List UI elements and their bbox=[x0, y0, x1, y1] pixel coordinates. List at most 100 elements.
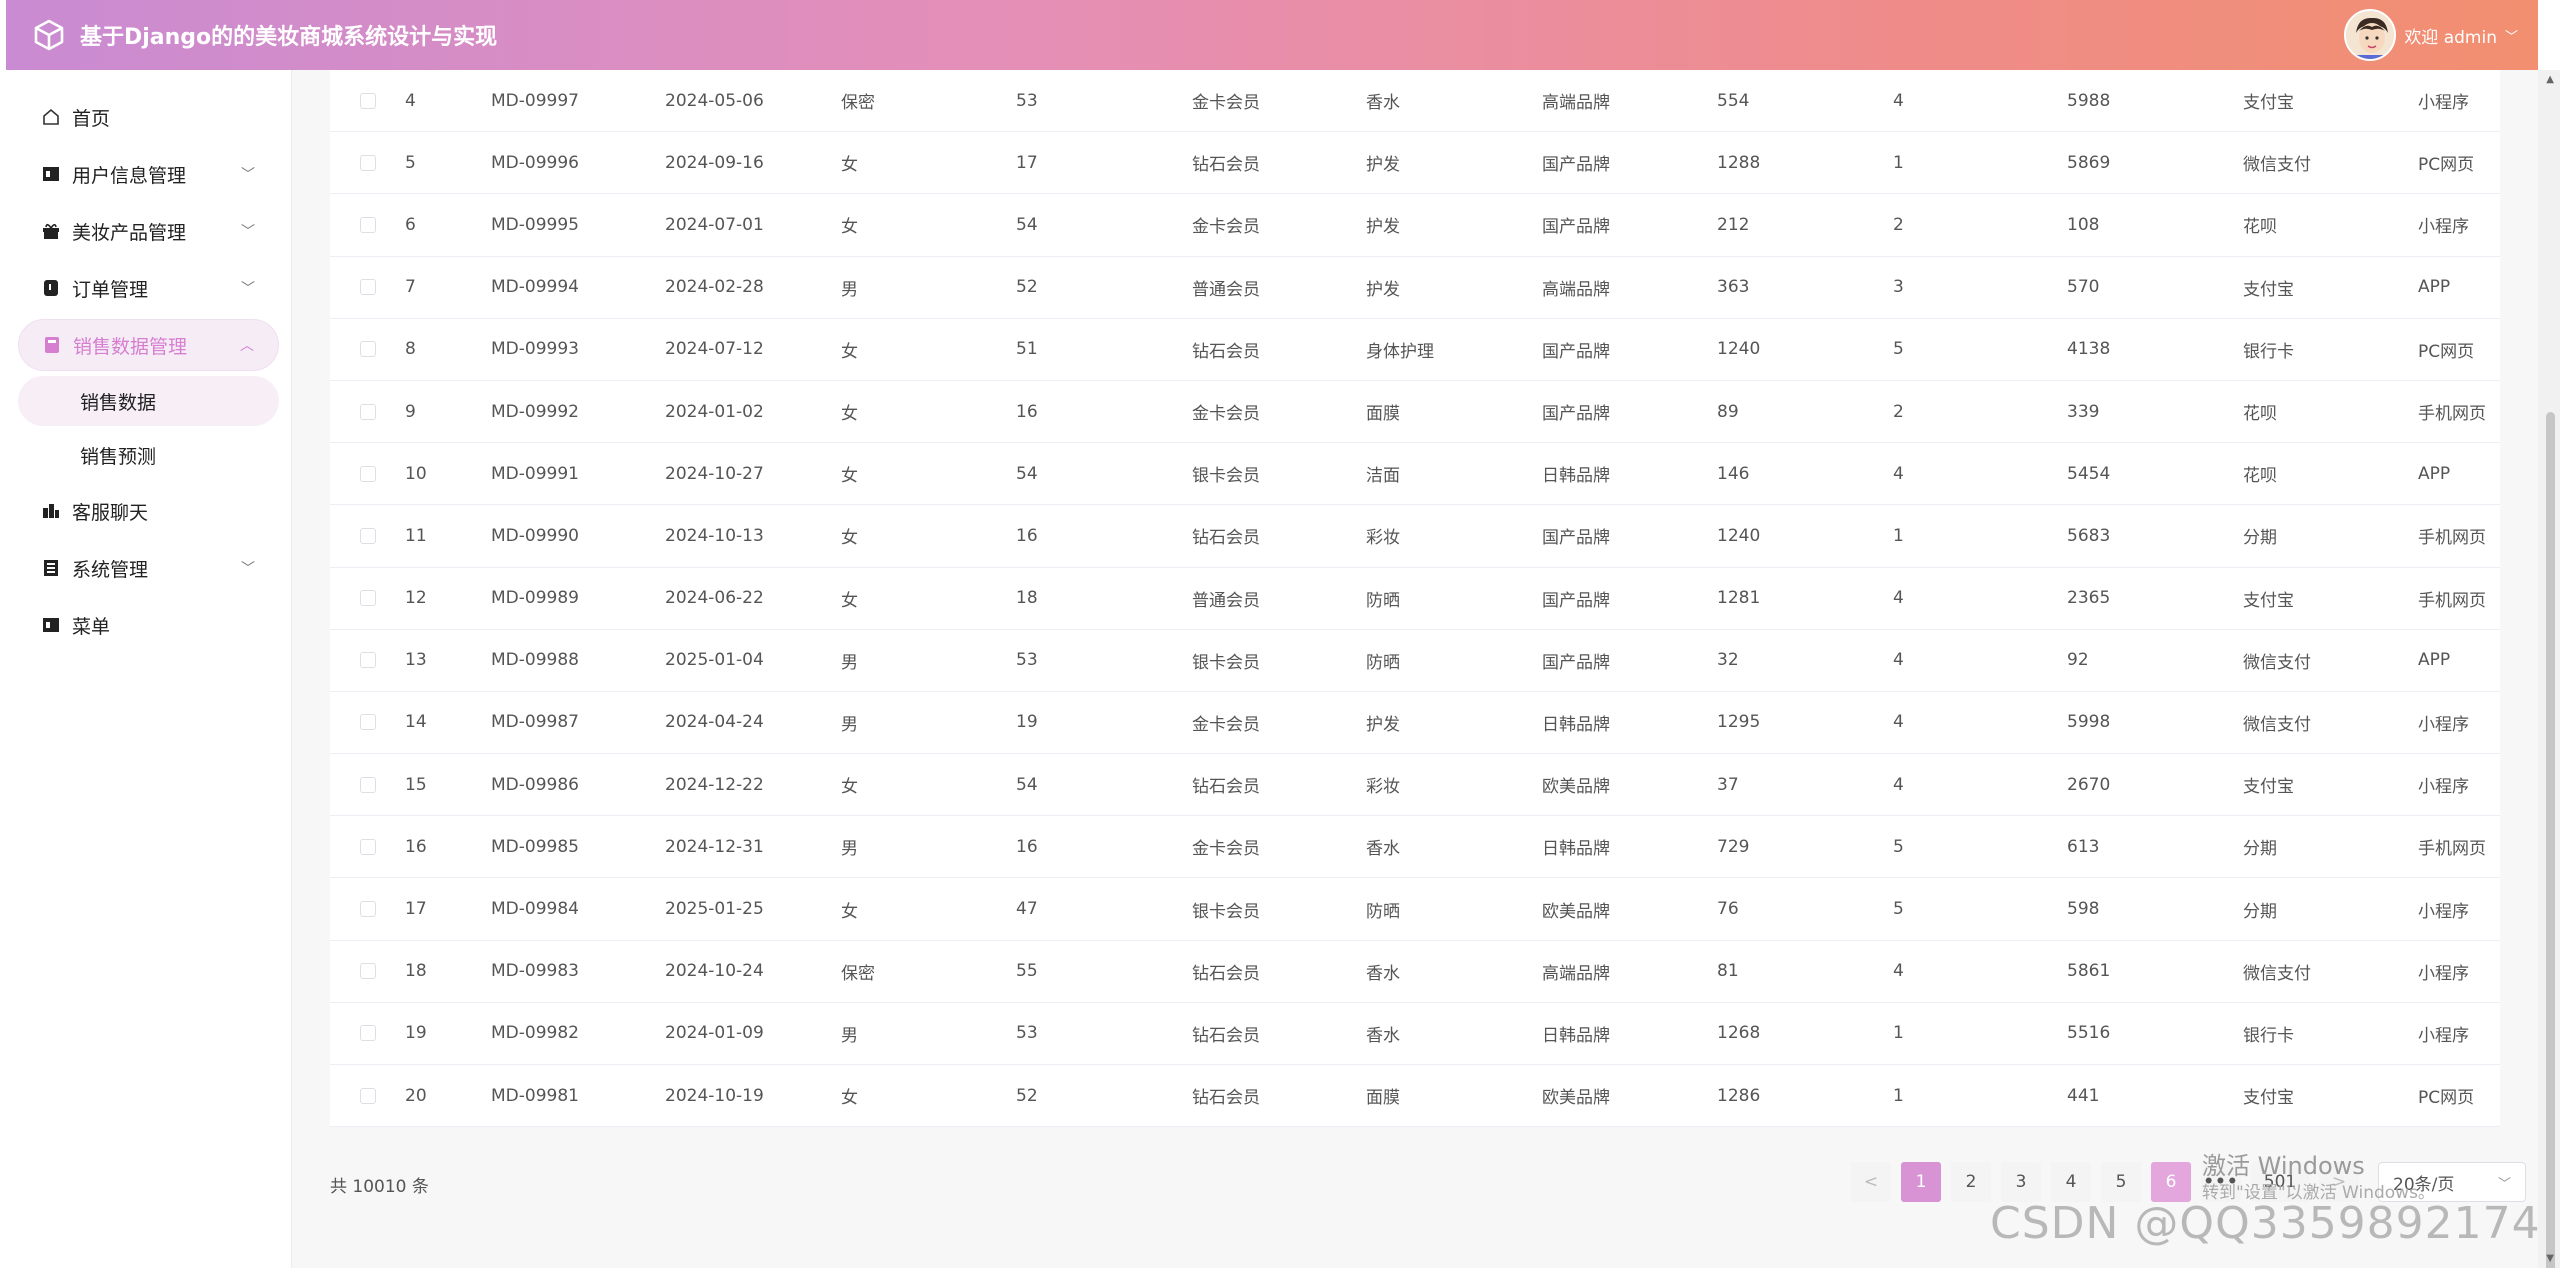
row-checkbox[interactable] bbox=[330, 1025, 405, 1042]
page-button-4[interactable]: 4 bbox=[2051, 1162, 2091, 1202]
sidebar-item-user-info[interactable]: 用户信息管理 ﹀ bbox=[18, 148, 279, 200]
table-row[interactable]: 18 MD-09983 2024-10-24 保密 55 钻石会员 香水 高端品牌 81 4 586… bbox=[330, 941, 2500, 1003]
page-button-5[interactable]: 5 bbox=[2101, 1162, 2141, 1202]
cell-order-date: 2024-10-13 bbox=[665, 525, 764, 546]
cell-category: 防晒 bbox=[1366, 901, 1400, 922]
table-row[interactable]: 19 MD-09982 2024-01-09 男 53 钻石会员 香水 日韩品牌 1268 1 55… bbox=[330, 1003, 2500, 1065]
table-row[interactable]: 8 MD-09993 2024-07-12 女 51 钻石会员 身体护理 国产品牌 1240 5 4… bbox=[330, 319, 2500, 381]
row-checkbox[interactable] bbox=[330, 527, 405, 544]
cell-payment: 银行卡 bbox=[2243, 1025, 2294, 1046]
cell-quantity: 4 bbox=[1893, 463, 1904, 484]
scroll-up-icon[interactable]: ▲ bbox=[2546, 74, 2554, 85]
row-checkbox[interactable] bbox=[330, 1087, 405, 1104]
row-checkbox[interactable] bbox=[330, 403, 405, 420]
cell-category: 身体护理 bbox=[1366, 341, 1434, 362]
row-checkbox[interactable] bbox=[330, 590, 405, 607]
cell-member-level: 金卡会员 bbox=[1192, 839, 1260, 860]
cell-category: 香水 bbox=[1366, 93, 1400, 114]
table-row[interactable]: 15 MD-09986 2024-12-22 女 54 钻石会员 彩妆 欧美品牌 37 4 2670… bbox=[330, 754, 2500, 817]
cell-order-date: 2025-01-04 bbox=[665, 650, 764, 671]
cell-category: 彩妆 bbox=[1366, 777, 1400, 798]
table-row[interactable]: 4 MD-09997 2024-05-06 保密 53 金卡会员 香水 高端品牌 554 4 598… bbox=[330, 70, 2500, 133]
cell-quantity: 4 bbox=[1893, 961, 1904, 982]
chevron-down-icon[interactable]: ﹀ bbox=[2505, 26, 2518, 45]
table-row[interactable]: 20 MD-09981 2024-10-19 女 52 钻石会员 面膜 欧美品牌 1286 1 44… bbox=[330, 1065, 2500, 1128]
table-row[interactable]: 6 MD-09995 2024-07-01 女 54 金卡会员 护发 国产品牌 212 2 108 花… bbox=[330, 194, 2500, 257]
row-checkbox[interactable] bbox=[330, 154, 405, 171]
row-checkbox[interactable] bbox=[330, 341, 405, 358]
cell-row-index: 4 bbox=[405, 90, 416, 111]
row-checkbox[interactable] bbox=[330, 963, 405, 980]
table-row[interactable]: 9 MD-09992 2024-01-02 女 16 金卡会员 面膜 国产品牌 89 2 339 花呗… bbox=[330, 381, 2500, 444]
cell-category: 防晒 bbox=[1366, 590, 1400, 611]
page-button-2[interactable]: 2 bbox=[1951, 1162, 1991, 1202]
cell-member-level: 钻石会员 bbox=[1192, 341, 1260, 362]
cell-channel: PC网页 bbox=[2418, 155, 2475, 176]
cell-gender: 女 bbox=[841, 404, 858, 425]
row-checkbox[interactable] bbox=[330, 216, 405, 233]
cell-gender: 男 bbox=[841, 652, 858, 673]
cell-quantity: 4 bbox=[1893, 90, 1904, 111]
top-header: 基于Django的的美妆商城系统设计与实现 欢迎 admin ﹀ bbox=[6, 0, 2538, 70]
row-checkbox[interactable] bbox=[330, 776, 405, 793]
cell-order-date: 2024-01-09 bbox=[665, 1023, 764, 1044]
table-row[interactable]: 5 MD-09996 2024-09-16 女 17 钻石会员 护发 国产品牌 1288 1 586… bbox=[330, 132, 2500, 195]
cell-member-level: 银卡会员 bbox=[1192, 901, 1260, 922]
user-menu[interactable]: 欢迎 admin ﹀ bbox=[2344, 0, 2518, 70]
row-checkbox[interactable] bbox=[330, 714, 405, 731]
row-checkbox[interactable] bbox=[330, 901, 405, 918]
row-checkbox[interactable] bbox=[330, 652, 405, 669]
cell-total: 570 bbox=[2067, 277, 2100, 298]
chevron-down-icon: ﹀ bbox=[241, 281, 255, 297]
table-row[interactable]: 11 MD-09990 2024-10-13 女 16 钻石会员 彩妆 国产品牌 1240 1 56… bbox=[330, 505, 2500, 568]
table-row[interactable]: 16 MD-09985 2024-12-31 男 16 金卡会员 香水 日韩品牌 729 5 613… bbox=[330, 816, 2500, 879]
sidebar-item-label: 系统管理 bbox=[72, 558, 149, 581]
row-checkbox[interactable] bbox=[330, 279, 405, 296]
page-button-3[interactable]: 3 bbox=[2001, 1162, 2041, 1202]
sidebar-item-products[interactable]: 美妆产品管理 ﹀ bbox=[18, 205, 279, 257]
cell-channel: 小程序 bbox=[2418, 901, 2469, 922]
row-checkbox[interactable] bbox=[330, 92, 405, 109]
sidebar-item-system-management[interactable]: 系统管理 ﹀ bbox=[18, 542, 279, 594]
scrollbar-thumb[interactable] bbox=[2546, 412, 2555, 1268]
cell-quantity: 1 bbox=[1893, 152, 1904, 173]
prev-page-button[interactable]: < bbox=[1851, 1162, 1891, 1202]
cell-amount: 1281 bbox=[1717, 588, 1761, 609]
cell-order-date: 2024-04-24 bbox=[665, 712, 764, 733]
sidebar-subitem-sales-forecast[interactable]: 销售预测 bbox=[18, 430, 279, 480]
cell-category: 香水 bbox=[1366, 1025, 1400, 1046]
sidebar-item-home[interactable]: 首页 bbox=[18, 91, 279, 143]
vertical-scrollbar[interactable]: ▲ ▼ bbox=[2538, 70, 2560, 1268]
sidebar-item-sales-data-management[interactable]: 销售数据管理 ︿ bbox=[18, 319, 279, 371]
sidebar-item-customer-chat[interactable]: 客服聊天 bbox=[18, 485, 279, 537]
cell-quantity: 4 bbox=[1893, 650, 1904, 671]
cell-row-index: 6 bbox=[405, 214, 416, 235]
table-row[interactable]: 12 MD-09989 2024-06-22 女 18 普通会员 防晒 国产品牌 1281 4 23… bbox=[330, 568, 2500, 630]
cell-total: 5516 bbox=[2067, 1023, 2111, 1044]
cell-member-level: 钻石会员 bbox=[1192, 963, 1260, 984]
book-icon bbox=[43, 336, 61, 354]
sidebar-item-orders[interactable]: 订单管理 ﹀ bbox=[18, 262, 279, 314]
row-checkbox[interactable] bbox=[330, 838, 405, 855]
sidebar-subitem-sales-data[interactable]: 销售数据 bbox=[18, 376, 279, 426]
cell-age: 18 bbox=[1016, 588, 1038, 609]
cell-category: 护发 bbox=[1366, 217, 1400, 238]
sidebar-item-menu[interactable]: 菜单 bbox=[18, 599, 279, 651]
cell-brand-type: 国产品牌 bbox=[1542, 590, 1610, 611]
row-checkbox[interactable] bbox=[330, 465, 405, 482]
table-row[interactable]: 13 MD-09988 2025-01-04 男 53 银卡会员 防晒 国产品牌 32 4 92 微信… bbox=[330, 630, 2500, 692]
table-row[interactable]: 7 MD-09994 2024-02-28 男 52 普通会员 护发 高端品牌 363 3 570 支… bbox=[330, 257, 2500, 319]
avatar[interactable] bbox=[2344, 9, 2397, 61]
table-row[interactable]: 17 MD-09984 2025-01-25 女 47 银卡会员 防晒 欧美品牌 76 5 598 分… bbox=[330, 878, 2500, 941]
scroll-down-icon[interactable]: ▼ bbox=[2546, 1253, 2554, 1264]
cell-quantity: 3 bbox=[1893, 277, 1904, 298]
page-button-1[interactable]: 1 bbox=[1901, 1162, 1941, 1202]
table-row[interactable]: 14 MD-09987 2024-04-24 男 19 金卡会员 护发 日韩品牌 1295 4 59… bbox=[330, 692, 2500, 755]
cell-total: 339 bbox=[2067, 401, 2100, 422]
cell-age: 54 bbox=[1016, 214, 1038, 235]
cell-amount: 1288 bbox=[1717, 152, 1761, 173]
table-row[interactable]: 10 MD-09991 2024-10-27 女 54 银卡会员 洁面 日韩品牌 146 4 545… bbox=[330, 443, 2500, 506]
cell-brand-type: 欧美品牌 bbox=[1542, 777, 1610, 798]
page-button-6[interactable]: 6 bbox=[2151, 1162, 2191, 1202]
cell-row-index: 7 bbox=[405, 277, 416, 298]
